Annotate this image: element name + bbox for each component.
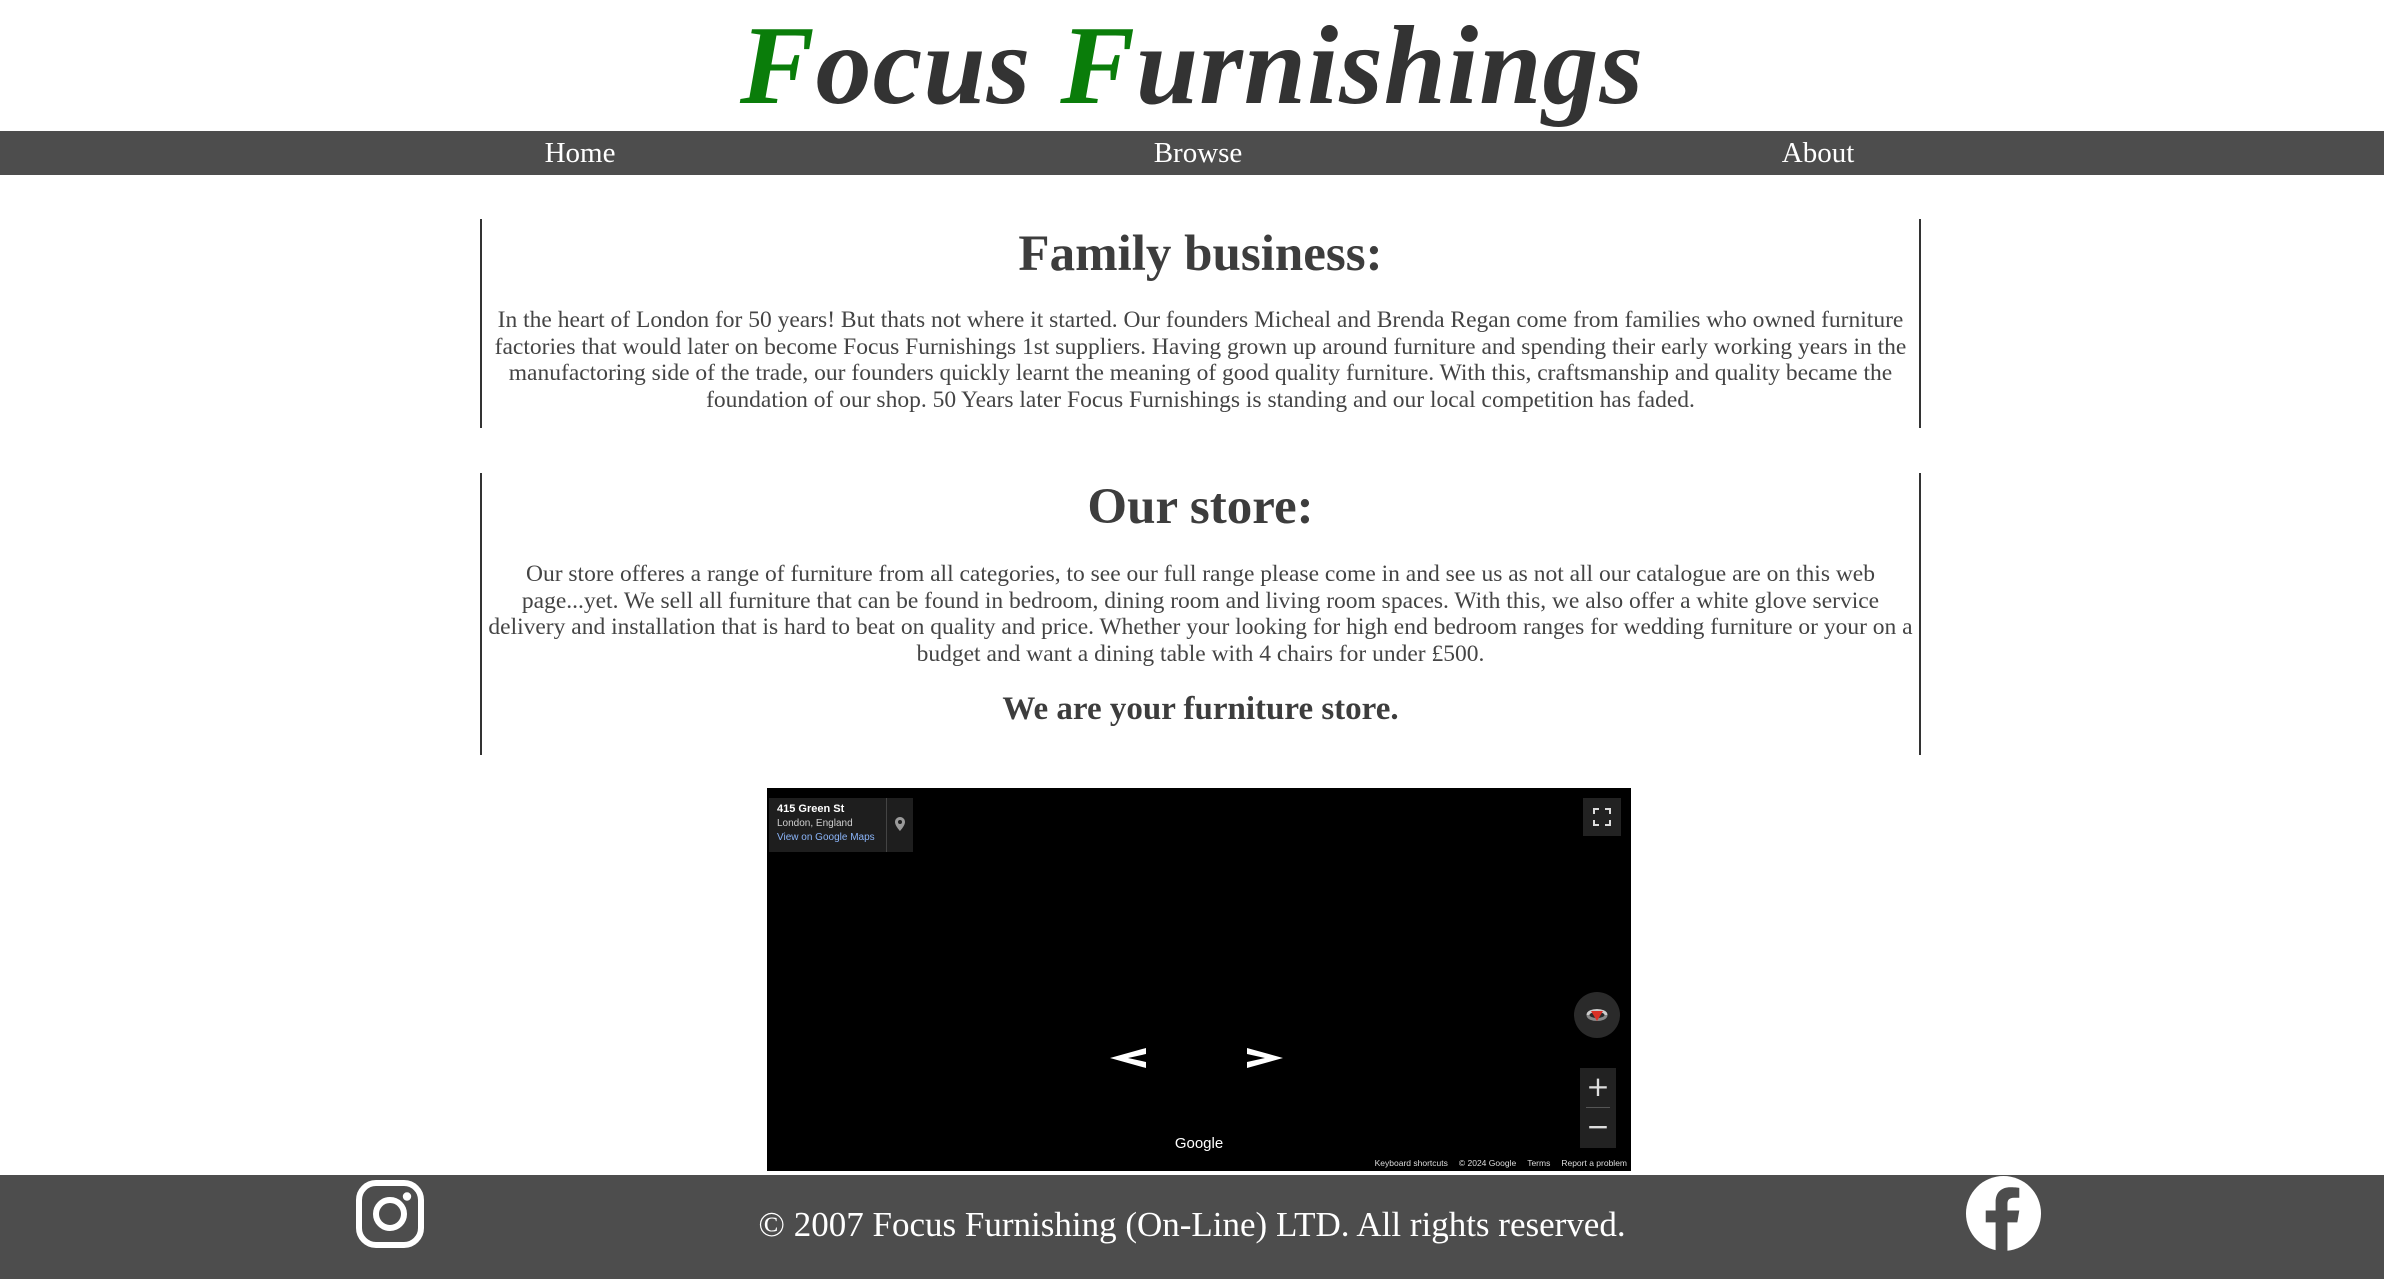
our-store-text: Our store offeres a range of furniture f… bbox=[488, 561, 1913, 667]
info-card-divider bbox=[886, 798, 887, 852]
arrow-left-icon[interactable] bbox=[1096, 1038, 1156, 1078]
fullscreen-icon bbox=[1593, 808, 1611, 826]
fullscreen-button[interactable] bbox=[1583, 798, 1621, 836]
map-copyright: © 2024 Google bbox=[1458, 1158, 1517, 1168]
family-business-text: In the heart of London for 50 years! But… bbox=[494, 307, 1907, 413]
report-problem-link[interactable]: Report a problem bbox=[1561, 1158, 1627, 1168]
map-pin-icon[interactable] bbox=[888, 812, 912, 836]
google-logo: Google bbox=[1174, 1135, 1224, 1152]
view-on-google-maps-link[interactable]: View on Google Maps bbox=[777, 832, 875, 843]
compass-button[interactable] bbox=[1574, 992, 1620, 1038]
map-attribution: Keyboard shortcuts © 2024 Google Terms Repo… bbox=[1364, 1158, 1627, 1168]
street-view-info-card: 415 Green St London, England View on Goo… bbox=[769, 798, 913, 852]
our-store-heading: Our store: bbox=[1087, 479, 1314, 535]
our-store-section: Our store: Our store offeres a range of … bbox=[480, 473, 1921, 755]
family-business-heading: Family business: bbox=[1018, 226, 1383, 282]
nav-home-link[interactable]: Home bbox=[545, 131, 616, 175]
facebook-icon[interactable] bbox=[1965, 1175, 2042, 1252]
terms-link[interactable]: Terms bbox=[1527, 1158, 1550, 1168]
site-logo[interactable]: Focus Furnishings bbox=[0, 0, 2384, 130]
keyboard-shortcuts-link[interactable]: Keyboard shortcuts bbox=[1375, 1158, 1448, 1168]
compass-icon bbox=[1586, 1009, 1608, 1021]
arrow-right-icon[interactable] bbox=[1237, 1038, 1297, 1078]
street-view-address: 415 Green St bbox=[777, 803, 845, 815]
store-tagline: We are your furniture store. bbox=[1002, 691, 1399, 728]
main-nav: Home Browse About bbox=[0, 131, 2384, 175]
zoom-in-button[interactable]: + bbox=[1580, 1068, 1616, 1106]
street-view-locality: London, England bbox=[777, 818, 853, 829]
street-view-embed[interactable]: 415 Green St London, England View on Goo… bbox=[767, 788, 1631, 1171]
site-footer: © 2007 Focus Furnishing (On-Line) LTD. A… bbox=[0, 1175, 2384, 1279]
nav-browse-link[interactable]: Browse bbox=[1154, 131, 1243, 175]
nav-about-link[interactable]: About bbox=[1782, 131, 1855, 175]
family-business-section: Family business: In the heart of London … bbox=[480, 219, 1921, 428]
